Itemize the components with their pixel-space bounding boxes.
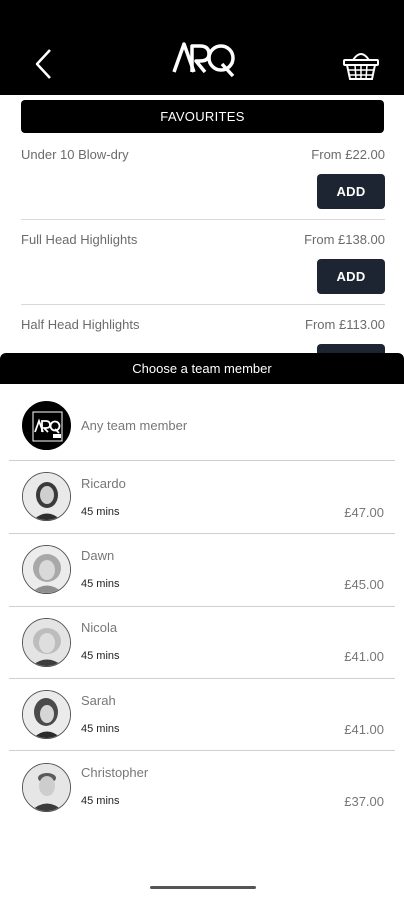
service-price: From £113.00 [305, 317, 385, 332]
team-sheet-title: Choose a team member [0, 353, 404, 384]
member-price: £37.00 [344, 794, 384, 809]
member-name: Nicola [81, 620, 118, 635]
app-header [0, 0, 404, 95]
person-photo-icon [23, 691, 70, 738]
service-name: Half Head Highlights [21, 317, 140, 332]
team-member-row[interactable]: Nicola 45 mins £41.00 [0, 606, 404, 679]
member-duration: 45 mins [81, 723, 120, 735]
person-photo-icon [23, 546, 70, 593]
member-duration: 45 mins [81, 650, 120, 662]
avatar [22, 545, 71, 594]
home-indicator[interactable] [150, 886, 256, 889]
arq-logo-icon [32, 411, 63, 442]
team-member-row[interactable]: Sarah 45 mins £41.00 [0, 678, 404, 751]
chevron-left-icon[interactable] [30, 44, 56, 84]
avatar [22, 618, 71, 667]
avatar [22, 690, 71, 739]
favourites-header[interactable]: FAVOURITES [21, 100, 384, 133]
basket-icon[interactable] [342, 46, 380, 82]
avatar [22, 763, 71, 812]
member-duration: 45 mins [81, 506, 120, 518]
arq-logo [172, 42, 235, 78]
team-member-row[interactable]: Dawn 45 mins £45.00 [0, 534, 404, 607]
divider [21, 219, 385, 220]
add-button[interactable]: ADD [317, 259, 385, 294]
member-price: £41.00 [344, 722, 384, 737]
member-duration: 45 mins [81, 578, 120, 590]
divider [21, 304, 385, 305]
person-photo-icon [23, 764, 70, 811]
member-name: Sarah [81, 693, 116, 708]
service-price: From £22.00 [311, 147, 385, 162]
team-member-row[interactable]: Christopher 45 mins £37.00 [0, 751, 404, 823]
member-duration: 45 mins [81, 795, 120, 807]
member-price: £47.00 [344, 505, 384, 520]
member-price: £45.00 [344, 577, 384, 592]
member-price: £41.00 [344, 649, 384, 664]
member-name: Dawn [81, 548, 115, 563]
any-member-logo [22, 401, 71, 450]
any-member-label: Any team member [81, 418, 188, 433]
person-photo-icon [23, 473, 70, 520]
add-button[interactable]: ADD [317, 174, 385, 209]
member-name: Ricardo [81, 476, 126, 491]
person-photo-icon [23, 619, 70, 666]
member-name: Christopher [81, 765, 149, 780]
service-name: Full Head Highlights [21, 232, 138, 247]
service-name: Under 10 Blow-dry [21, 147, 129, 162]
any-team-member-option[interactable]: Any team member [0, 389, 404, 461]
avatar [22, 472, 71, 521]
service-price: From £138.00 [304, 232, 385, 247]
team-member-row[interactable]: Ricardo 45 mins £47.00 [0, 461, 404, 534]
